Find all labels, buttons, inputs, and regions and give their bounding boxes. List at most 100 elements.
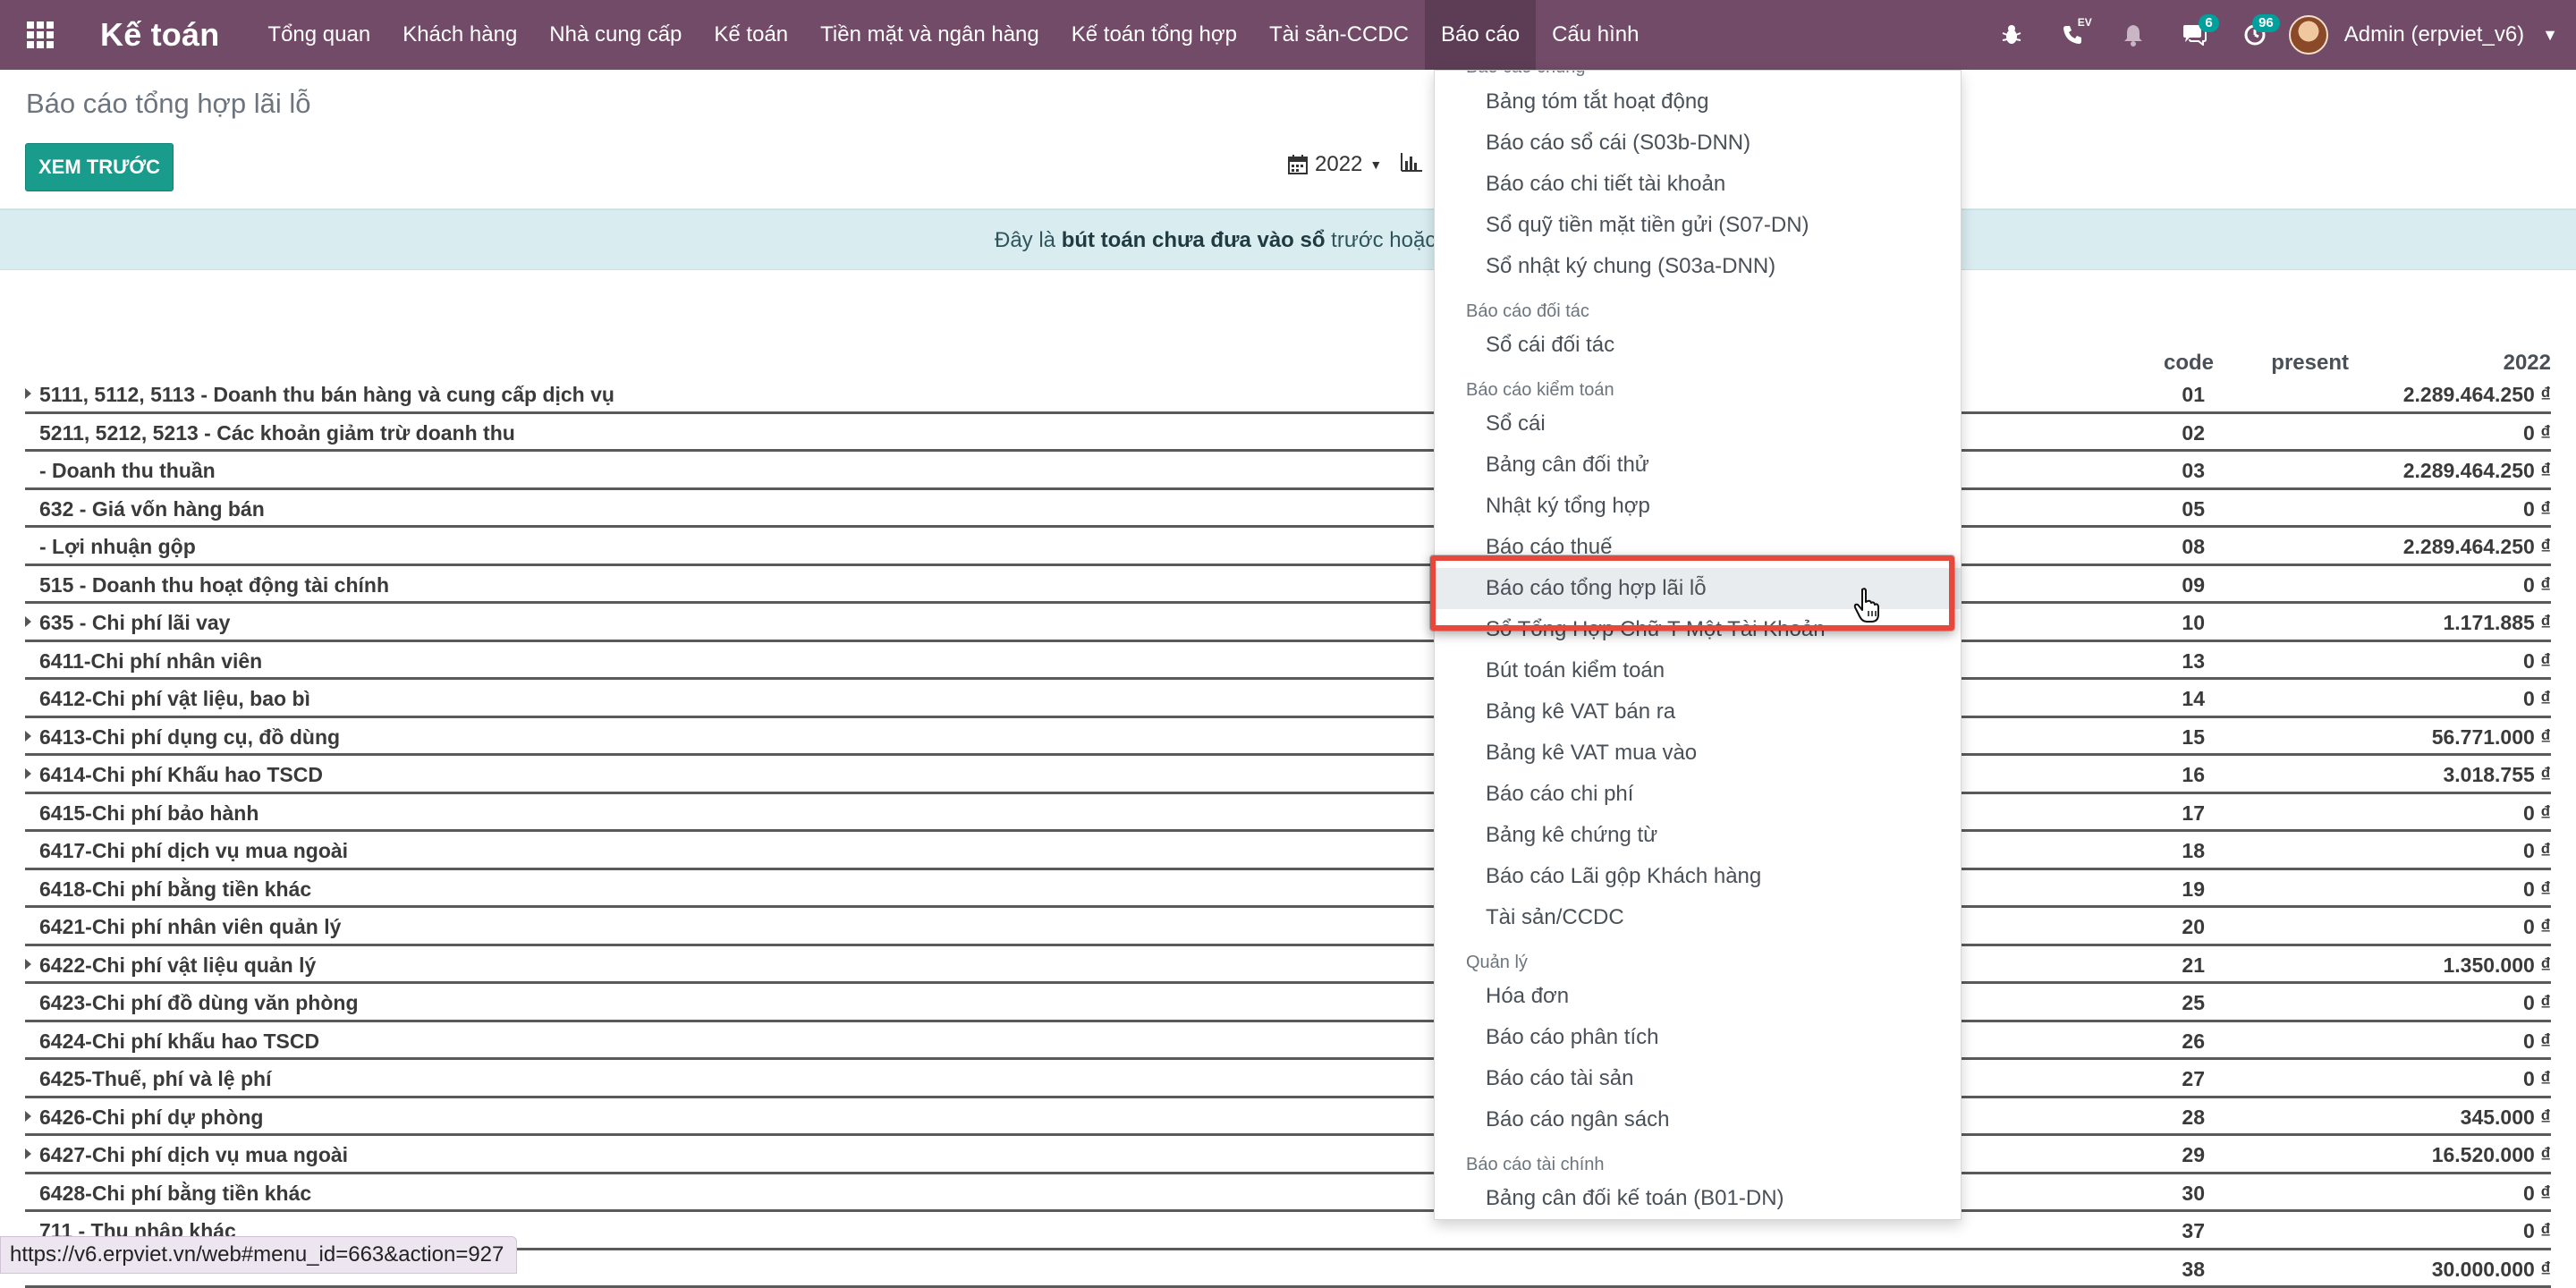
row-code: 27 xyxy=(2182,1067,2205,1091)
dropdown-item[interactable]: Sổ nhật ký chung (S03a-DNN) xyxy=(1435,246,1961,287)
report-row[interactable]: 6414-Chi phí Khấu hao TSCD163.018.755 ₫ xyxy=(25,756,2551,794)
dropdown-item[interactable]: Bảng kê VAT bán ra xyxy=(1435,691,1961,733)
report-rows: 5111, 5112, 5113 - Doanh thu bán hàng và… xyxy=(25,376,2551,1288)
expand-caret-icon[interactable] xyxy=(25,1148,31,1159)
dropdown-item[interactable]: Bảng kê chứng từ xyxy=(1435,815,1961,856)
dropdown-item[interactable]: Bảng tóm tắt hoạt động xyxy=(1435,81,1961,123)
dropdown-item[interactable]: Báo cáo phân tích xyxy=(1435,1017,1961,1058)
caret-down-icon: ▼ xyxy=(1369,157,1382,172)
reports-dropdown-menu: Báo cáo chungBảng tóm tắt hoạt độngBáo c… xyxy=(1434,70,1962,1220)
row-code: 08 xyxy=(2182,535,2205,559)
expand-caret-icon[interactable] xyxy=(25,388,31,399)
row-label: 6421-Chi phí nhân viên quản lý xyxy=(39,915,341,939)
preview-button[interactable]: XEM TRƯỚC xyxy=(25,143,174,191)
dropdown-item[interactable]: Sổ cái xyxy=(1435,403,1961,445)
dropdown-item[interactable]: Tài sản/CCDC xyxy=(1435,897,1961,938)
bell-icon[interactable] xyxy=(2106,0,2160,70)
dropdown-item[interactable]: Báo cáo tài sản xyxy=(1435,1058,1961,1099)
row-code: 15 xyxy=(2182,725,2205,750)
expand-caret-icon[interactable] xyxy=(25,616,31,627)
report-row[interactable]: 635 - Chi phí lãi vay101.171.885 ₫ xyxy=(25,604,2551,642)
menu-item-6[interactable]: Tài sản-CCDC xyxy=(1253,0,1425,70)
report-row: 6411-Chi phí nhân viên130 ₫ xyxy=(25,642,2551,681)
row-label: 632 - Giá vốn hàng bán xyxy=(39,497,265,521)
row-code: 38 xyxy=(2182,1258,2205,1282)
report-row: - Lợi nhuận gộp082.289.464.250 ₫ xyxy=(25,528,2551,566)
expand-caret-icon[interactable] xyxy=(25,768,31,779)
dropdown-section-header: Báo cáo đối tác xyxy=(1435,287,1961,325)
dropdown-item[interactable]: Báo cáo chi tiết tài khoản xyxy=(1435,164,1961,205)
user-menu-label[interactable]: Admin (erpviet_v6) xyxy=(2344,22,2524,47)
hand-cursor-icon xyxy=(1853,588,1884,623)
report-row: 6417-Chi phí dịch vụ mua ngoài180 ₫ xyxy=(25,832,2551,870)
menu-item-4[interactable]: Tiền mặt và ngân hàng xyxy=(804,0,1055,70)
menu-item-0[interactable]: Tổng quan xyxy=(251,0,386,70)
calendar-icon xyxy=(1288,155,1308,174)
row-label: 6423-Chi phí đồ dùng văn phòng xyxy=(39,991,359,1015)
dropdown-item[interactable]: Bảng kê VAT mua vào xyxy=(1435,733,1961,774)
dropdown-item[interactable]: Bảng cân đối kế toán (B01-DN) xyxy=(1435,1178,1961,1219)
row-amount: 0 ₫ xyxy=(2523,649,2551,674)
dropdown-section-header: Báo cáo chung xyxy=(1435,70,1961,81)
dropdown-item[interactable]: Báo cáo chi phí xyxy=(1435,774,1961,815)
report-row: 6421-Chi phí nhân viên quản lý200 ₫ xyxy=(25,908,2551,946)
dropdown-item[interactable]: Sổ cái đối tác xyxy=(1435,325,1961,366)
menu-item-1[interactable]: Khách hàng xyxy=(386,0,533,70)
row-amount: 0 ₫ xyxy=(2523,687,2551,711)
dropdown-section-header: Báo cáo kiểm toán xyxy=(1435,366,1961,403)
dropdown-item[interactable]: Bút toán kiểm toán xyxy=(1435,650,1961,691)
row-code: 16 xyxy=(2182,763,2205,787)
dropdown-item[interactable]: Sổ quỹ tiền mặt tiền gửi (S07-DN) xyxy=(1435,205,1961,246)
report-row: 6423-Chi phí đồ dùng văn phòng250 ₫ xyxy=(25,984,2551,1022)
user-avatar[interactable] xyxy=(2289,15,2328,55)
bug-icon[interactable] xyxy=(1985,0,2038,70)
row-label: 6412-Chi phí vật liệu, bao bì xyxy=(39,687,310,711)
messages-icon[interactable]: 6 xyxy=(2167,0,2221,70)
dropdown-item[interactable]: Báo cáo sổ cái (S03b-DNN) xyxy=(1435,123,1961,164)
row-amount: 0 ₫ xyxy=(2523,801,2551,826)
report-row[interactable]: 5111, 5112, 5113 - Doanh thu bán hàng và… xyxy=(25,376,2551,414)
row-code: 25 xyxy=(2182,991,2205,1015)
app-title[interactable]: Kế toán xyxy=(100,16,219,54)
report-row[interactable]: 6422-Chi phí vật liệu quản lý211.350.000… xyxy=(25,946,2551,985)
row-amount: 2.289.464.250 ₫ xyxy=(2403,383,2551,407)
dropdown-item[interactable]: Báo cáo Lãi gộp Khách hàng xyxy=(1435,856,1961,897)
apps-menu-icon[interactable] xyxy=(25,21,55,48)
expand-caret-icon[interactable] xyxy=(25,959,31,970)
report-row: 5211, 5212, 5213 - Các khoản giảm trừ do… xyxy=(25,414,2551,453)
row-code: 14 xyxy=(2182,687,2205,711)
row-amount: 56.771.000 ₫ xyxy=(2432,725,2551,750)
menu-item-8[interactable]: Cấu hình xyxy=(1536,0,1655,70)
menu-item-3[interactable]: Kế toán xyxy=(698,0,804,70)
menu-item-2[interactable]: Nhà cung cấp xyxy=(533,0,698,70)
comparison-filter[interactable] xyxy=(1401,152,1422,178)
expand-caret-icon[interactable] xyxy=(25,1111,31,1122)
report-row[interactable]: 6427-Chi phí dịch vụ mua ngoài2916.520.0… xyxy=(25,1136,2551,1174)
dropdown-item[interactable]: Hóa đơn xyxy=(1435,976,1961,1017)
row-code: 01 xyxy=(2182,383,2205,407)
phone-language-tag: EV xyxy=(2078,16,2092,29)
row-amount: 2.289.464.250 ₫ xyxy=(2403,459,2551,483)
activities-badge: 96 xyxy=(2252,14,2280,32)
top-navbar: Kế toán Tổng quanKhách hàngNhà cung cấpK… xyxy=(0,0,2576,70)
phone-icon[interactable]: EV xyxy=(2046,0,2099,70)
row-amount: 0 ₫ xyxy=(2523,915,2551,939)
menu-item-7[interactable]: Báo cáo xyxy=(1425,0,1536,70)
row-amount: 345.000 ₫ xyxy=(2461,1106,2551,1130)
main-menu: Tổng quanKhách hàngNhà cung cấpKế toánTi… xyxy=(251,0,1655,70)
report-row[interactable]: 6426-Chi phí dự phòng28345.000 ₫ xyxy=(25,1098,2551,1137)
report-row: 6418-Chi phí bằng tiền khác190 ₫ xyxy=(25,870,2551,909)
chevron-down-icon[interactable]: ▼ xyxy=(2542,26,2558,45)
dropdown-item[interactable]: Báo cáo ngân sách xyxy=(1435,1099,1961,1140)
expand-caret-icon[interactable] xyxy=(25,731,31,741)
row-label: 5111, 5112, 5113 - Doanh thu bán hàng và… xyxy=(39,383,614,407)
year-filter[interactable]: 2022 ▼ xyxy=(1288,152,1382,177)
report-row: 6415-Chi phí bảo hành170 ₫ xyxy=(25,794,2551,833)
dropdown-item[interactable]: Nhật ký tổng hợp xyxy=(1435,486,1961,527)
report-row[interactable]: 6413-Chi phí dụng cụ, đồ dùng 15 56.771.00… xyxy=(25,718,2551,757)
dropdown-item[interactable]: Bảng cân đối thử xyxy=(1435,445,1961,486)
menu-item-5[interactable]: Kế toán tổng hợp xyxy=(1055,0,1253,70)
row-label: 6415-Chi phí bảo hành xyxy=(39,801,258,826)
row-label: 6413-Chi phí dụng cụ, đồ dùng xyxy=(39,725,340,750)
activity-clock-icon[interactable]: 96 xyxy=(2228,0,2282,70)
